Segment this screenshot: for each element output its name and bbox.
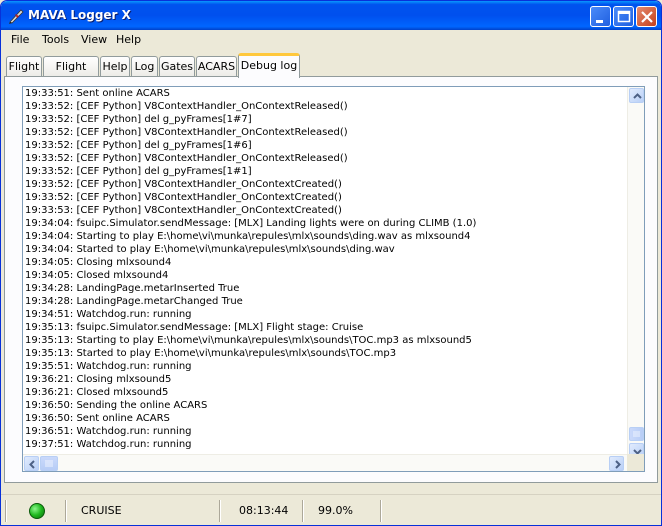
menu-file[interactable]: File (11, 33, 29, 46)
percent-status: 99.0% (318, 504, 353, 517)
status-separator (302, 500, 304, 522)
status-separator (5, 500, 7, 522)
debug-log-textview[interactable]: 19:33:51: Sent online ACARS 19:33:52: [CE… (22, 86, 645, 472)
log-line: 19:35:13: Started to play E:\home\vi\mun… (25, 348, 397, 359)
log-line: 19:33:53: [CEF Python] V8ContextHandler_… (25, 205, 342, 216)
scroll-up-button[interactable] (629, 88, 644, 103)
tab-flight-info[interactable]: Flight info (43, 56, 99, 92)
horizontal-scroll-thumb[interactable] (40, 456, 58, 471)
menu-tools[interactable]: Tools (42, 33, 69, 46)
vertical-scrollbar[interactable] (627, 87, 644, 458)
log-line: 19:34:05: Closed mlxsound4 (25, 270, 169, 281)
log-line: 19:33:52: [CEF Python] V8ContextHandler_… (25, 179, 342, 190)
log-line: 19:33:51: Sent online ACARS (25, 88, 170, 99)
window-title: MAVA Logger X (28, 8, 131, 22)
tab-acars[interactable]: ACARS (196, 56, 237, 77)
chevron-right-icon (615, 460, 621, 469)
log-line: 19:34:04: Starting to play E:\home\vi\mu… (25, 231, 471, 242)
time-status: 08:13:44 (239, 504, 289, 517)
log-line: 19:33:52: [CEF Python] del g_pyFrames[1#… (25, 166, 252, 177)
plane-pen-icon (7, 7, 25, 25)
maximize-button[interactable] (613, 6, 634, 27)
log-line: 19:33:52: [CEF Python] V8ContextHandler_… (25, 153, 348, 164)
main-window: MAVA Logger X File Tools View Help Fligh… (0, 0, 662, 526)
close-button[interactable] (636, 6, 657, 27)
log-line: 19:33:52: [CEF Python] V8ContextHandler_… (25, 101, 348, 112)
maximize-icon (617, 10, 631, 23)
status-bar: CRUISE 08:13:44 99.0% (1, 494, 661, 525)
log-line: 19:35:51: Watchdog.run: running (25, 361, 192, 372)
chevron-up-icon (633, 93, 642, 99)
tab-bar: Flight Flight info Help Log Gates ACARS … (4, 53, 658, 92)
status-separator (380, 500, 382, 522)
scroll-left-button[interactable] (24, 456, 39, 471)
tab-help[interactable]: Help (100, 56, 130, 77)
log-line: 19:34:04: Started to play E:\home\vi\mun… (25, 244, 395, 255)
log-line: 19:34:28: LandingPage.metarInserted True (25, 283, 240, 294)
status-separator (65, 500, 67, 522)
log-line: 19:34:28: LandingPage.metarChanged True (25, 296, 243, 307)
minimize-button[interactable] (590, 6, 611, 27)
vertical-scroll-thumb[interactable] (629, 427, 644, 441)
log-line: 19:36:21: Closed mlxsound5 (25, 387, 169, 398)
log-line: 19:35:13: Starting to play E:\home\vi\mu… (25, 335, 472, 346)
log-line: 19:36:21: Closing mlxsound5 (25, 374, 172, 385)
green-led-icon (29, 503, 45, 519)
log-line: 19:33:52: [CEF Python] del g_pyFrames[1#… (25, 140, 252, 151)
log-line: 19:33:52: [CEF Python] V8ContextHandler_… (25, 192, 342, 203)
log-line: 19:34:04: fsuipc.Simulator.sendMessage: … (25, 218, 477, 229)
log-line: 19:33:52: [CEF Python] del g_pyFrames[1#… (25, 114, 252, 125)
log-line: 19:36:50: Sent online ACARS (25, 413, 170, 424)
debug-log-panel: 19:33:51: Sent online ACARS 19:33:52: [CE… (4, 76, 658, 483)
log-line: 19:35:13: fsuipc.Simulator.sendMessage: … (25, 322, 364, 333)
menu-view[interactable]: View (81, 33, 107, 46)
scrollbar-corner (627, 454, 644, 471)
tab-flight[interactable]: Flight (6, 56, 42, 77)
status-separator (219, 500, 221, 522)
horizontal-scrollbar[interactable] (23, 454, 627, 471)
log-line: 19:33:52: [CEF Python] V8ContextHandler_… (25, 127, 348, 138)
scroll-right-button[interactable] (609, 456, 624, 471)
minimize-icon (596, 20, 603, 23)
log-line: 19:37:51: Watchdog.run: running (25, 439, 192, 450)
debug-log-lines: 19:33:51: Sent online ACARS 19:33:52: [CE… (25, 87, 625, 453)
menu-help[interactable]: Help (116, 33, 141, 46)
close-icon (641, 11, 653, 23)
log-line: 19:34:05: Closing mlxsound4 (25, 257, 172, 268)
flight-stage-status: CRUISE (81, 504, 122, 517)
chevron-left-icon (29, 460, 35, 469)
grip-icon (45, 460, 53, 467)
tab-gates[interactable]: Gates (159, 56, 195, 77)
grip-icon (633, 431, 640, 437)
tab-log[interactable]: Log (131, 56, 158, 77)
log-line: 19:36:51: Watchdog.run: running (25, 426, 192, 437)
log-line: 19:34:51: Watchdog.run: running (25, 309, 192, 320)
title-bar[interactable]: MAVA Logger X (1, 1, 661, 30)
tab-debug-log[interactable]: Debug log (238, 53, 300, 78)
log-line: 19:36:50: Sending the online ACARS (25, 400, 208, 411)
menu-bar: File Tools View Help (1, 30, 661, 50)
